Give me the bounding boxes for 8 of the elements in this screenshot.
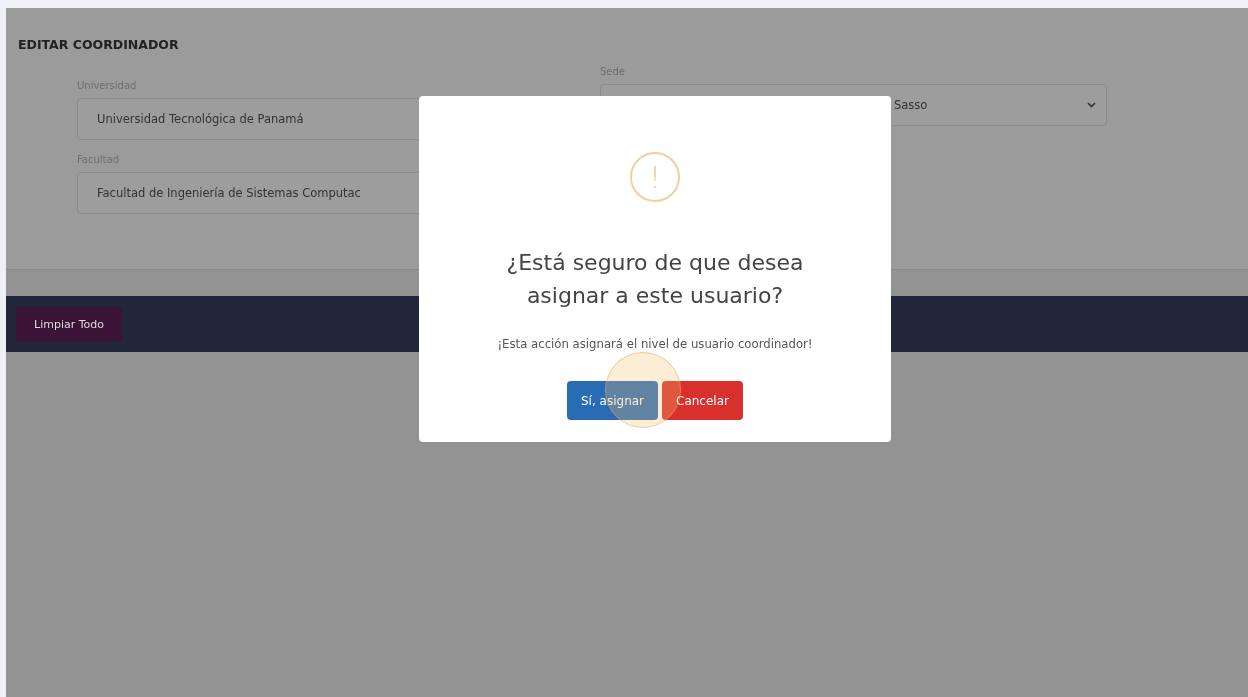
- page-title: EDITAR COORDINADOR: [17, 36, 180, 52]
- cancel-button[interactable]: Cancelar: [662, 381, 743, 420]
- dialog-title: ¿Está seguro de que desea asignar a este usuario?: [505, 249, 805, 310]
- dialog-message: ¡Esta acción asignará el nivel de usuario coordinador!: [497, 337, 813, 351]
- chevron-down-icon: [1087, 102, 1096, 108]
- confirm-button[interactable]: Sí, asignar: [567, 381, 659, 420]
- clear-all-button[interactable]: Limpiar Todo: [16, 307, 122, 341]
- warning-icon: !: [630, 152, 680, 202]
